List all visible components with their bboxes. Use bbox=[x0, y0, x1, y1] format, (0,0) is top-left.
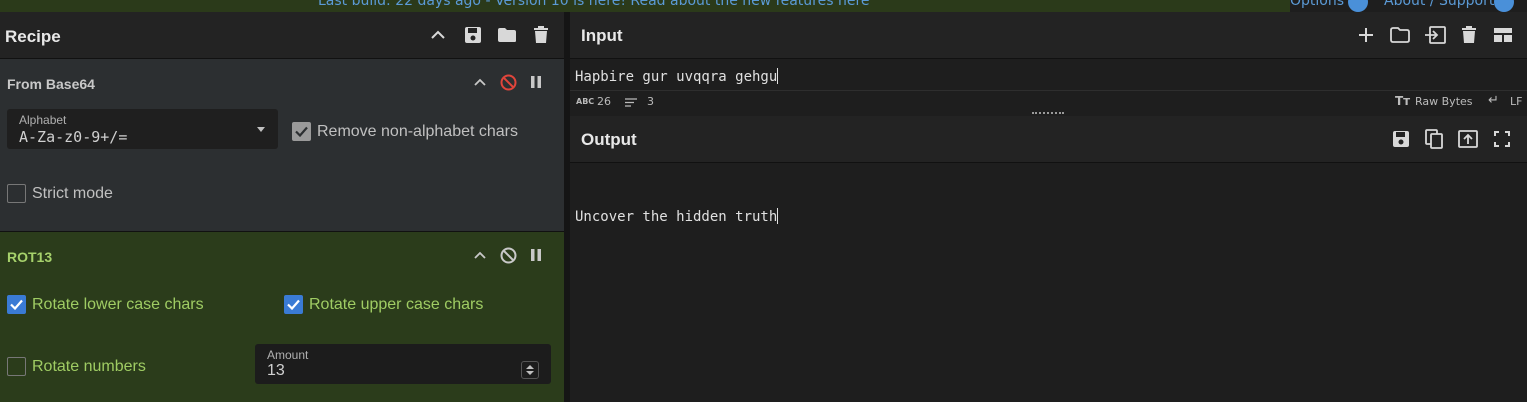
remove-nonalphabet-label: Remove non-alphabet chars bbox=[317, 122, 519, 140]
amount-label: Amount bbox=[267, 348, 309, 362]
checkbox-checked-icon bbox=[292, 122, 311, 141]
amount-value: 13 bbox=[267, 362, 285, 379]
about-support-link[interactable]: About / Support bbox=[1384, 0, 1494, 9]
top-banner: Last build: 22 days ago - Version 10 is … bbox=[0, 0, 1527, 12]
operation-title: ROT13 bbox=[7, 249, 53, 265]
output-text: Uncover the hidden truth bbox=[575, 209, 778, 225]
strict-mode-label: Strict mode bbox=[32, 184, 113, 202]
alphabet-select[interactable]: Alphabet A-Za-z0-9+/= bbox=[7, 109, 278, 149]
text-cursor bbox=[777, 208, 779, 224]
rotate-upper-label: Rotate upper case chars bbox=[309, 295, 484, 313]
open-folder-icon[interactable] bbox=[1389, 24, 1411, 46]
caret-down-icon bbox=[255, 123, 267, 135]
layout-icon[interactable] bbox=[1491, 24, 1515, 46]
checkbox-checked-icon bbox=[7, 295, 26, 314]
save-icon[interactable] bbox=[462, 24, 484, 46]
operation-from-base64: From Base64 Alphabet A-Za-z0-9+/= Remove… bbox=[0, 59, 564, 232]
trash-icon[interactable] bbox=[1458, 24, 1480, 46]
version-banner-link[interactable]: Last build: 22 days ago - Version 10 is … bbox=[318, 0, 870, 9]
eol-label[interactable]: LF bbox=[1510, 95, 1522, 108]
output-header: Output bbox=[570, 116, 1527, 163]
alphabet-value: A-Za-z0-9+/= bbox=[19, 128, 128, 146]
rotate-upper-checkbox[interactable]: Rotate upper case chars bbox=[284, 295, 483, 314]
rotate-numbers-label: Rotate numbers bbox=[32, 357, 146, 375]
text-encoding-icon: Tт bbox=[1395, 94, 1411, 108]
pause-icon[interactable] bbox=[528, 247, 544, 263]
io-panel: Input Hapbire gur uvqqra gehgu ABC 26 3 … bbox=[570, 12, 1527, 402]
open-file-input-icon[interactable] bbox=[1423, 24, 1447, 46]
strict-mode-checkbox[interactable]: Strict mode bbox=[7, 184, 113, 203]
text-cursor bbox=[777, 68, 779, 84]
disable-icon[interactable] bbox=[499, 73, 517, 91]
disable-icon[interactable] bbox=[499, 246, 517, 264]
checkbox-empty-icon bbox=[7, 357, 26, 376]
lines-icon bbox=[625, 97, 637, 110]
add-icon[interactable] bbox=[1356, 25, 1376, 45]
output-textarea[interactable]: Uncover the hidden truth bbox=[575, 208, 779, 225]
rotate-numbers-checkbox[interactable]: Rotate numbers bbox=[7, 357, 146, 376]
alphabet-label: Alphabet bbox=[19, 113, 67, 127]
rotate-lower-label: Rotate lower case chars bbox=[32, 295, 204, 313]
recipe-header: Recipe bbox=[0, 12, 564, 59]
abc-icon: ABC bbox=[576, 97, 595, 106]
operation-rot13: ROT13 Rotate lower case chars Rotate upp… bbox=[0, 232, 564, 402]
amount-input[interactable]: Amount 13 bbox=[255, 344, 551, 384]
input-lines: 3 bbox=[647, 95, 654, 108]
remove-nonalphabet-checkbox[interactable]: Remove non-alphabet chars bbox=[292, 122, 518, 141]
input-title: Input bbox=[581, 26, 623, 45]
input-status-bar: ABC 26 3 Tт Raw Bytes ↵ LF bbox=[570, 90, 1527, 112]
replace-input-icon[interactable] bbox=[1457, 128, 1479, 150]
maximize-icon[interactable] bbox=[1491, 128, 1513, 150]
copy-icon[interactable] bbox=[1423, 127, 1445, 151]
recipe-title: Recipe bbox=[5, 27, 61, 46]
input-header: Input bbox=[570, 12, 1527, 59]
folder-icon[interactable] bbox=[496, 24, 518, 46]
resize-grip[interactable] bbox=[1032, 112, 1064, 115]
chevron-up-icon[interactable] bbox=[472, 247, 488, 263]
checkbox-empty-icon bbox=[7, 184, 26, 203]
chevron-up-icon[interactable] bbox=[472, 74, 488, 90]
encoding-label[interactable]: Raw Bytes bbox=[1415, 95, 1473, 108]
input-textarea[interactable]: Hapbire gur uvqqra gehgu bbox=[575, 68, 779, 85]
return-icon: ↵ bbox=[1488, 93, 1499, 108]
chevron-up-icon[interactable] bbox=[428, 25, 448, 45]
save-icon[interactable] bbox=[1390, 128, 1412, 150]
operation-title: From Base64 bbox=[7, 76, 95, 92]
stepper-icon[interactable] bbox=[521, 361, 539, 379]
pause-icon[interactable] bbox=[528, 74, 544, 90]
rotate-lower-checkbox[interactable]: Rotate lower case chars bbox=[7, 295, 204, 314]
recipe-panel: Recipe From Base64 Alphabet A-Za-z0-9+/= bbox=[0, 12, 566, 402]
input-length: 26 bbox=[597, 95, 611, 108]
output-title: Output bbox=[581, 130, 637, 149]
input-text: Hapbire gur uvqqra gehgu bbox=[575, 69, 778, 85]
checkbox-checked-icon bbox=[284, 295, 303, 314]
trash-icon[interactable] bbox=[530, 24, 552, 46]
